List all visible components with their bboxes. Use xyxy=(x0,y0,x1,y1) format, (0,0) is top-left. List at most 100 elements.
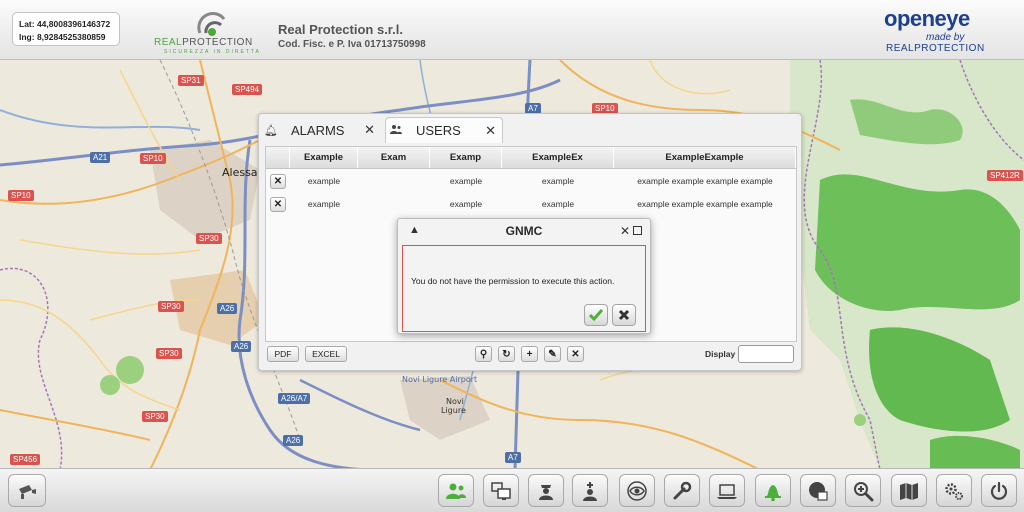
tab-users[interactable]: USERS ✕ xyxy=(385,117,503,143)
map-city-ligure: Ligure xyxy=(441,406,466,415)
laptop-icon xyxy=(717,483,737,499)
dialog-titlebar[interactable]: ▲ GNMC ✕ xyxy=(398,219,650,243)
tab-alarms-close-icon[interactable]: ✕ xyxy=(364,122,381,138)
dialog-maximize-icon[interactable] xyxy=(633,226,642,235)
users-button[interactable] xyxy=(438,474,474,507)
dialog-close-icon[interactable]: ✕ xyxy=(620,224,630,238)
zoom-in-icon xyxy=(854,481,874,501)
wrench-icon xyxy=(673,481,692,499)
tab-alarms-label: ALARMS xyxy=(291,122,345,138)
column-header-exampleexample[interactable]: ExampleExample xyxy=(614,147,796,168)
excel-export-button[interactable]: EXCEL xyxy=(305,346,347,362)
latitude-readout: Lat: 44,8008396146372 xyxy=(19,19,111,29)
road-label-a26-b: A26 xyxy=(231,341,252,352)
table-cell: example xyxy=(307,199,341,209)
power-button[interactable] xyxy=(981,474,1017,507)
guard-icon xyxy=(539,484,553,500)
coordinates-box: Lat: 44,8008396146372 lng: 8,92845253808… xyxy=(12,12,120,46)
road-label-a26-a: A26 xyxy=(217,303,238,314)
medic-button[interactable] xyxy=(572,474,608,507)
logo-brand-protection: PROTECTION xyxy=(182,37,253,48)
warning-icon: ▲ xyxy=(409,224,420,236)
dialog-message: You do not have the permission to execut… xyxy=(411,276,615,286)
company-info: Real Protection s.r.l. Cod. Fisc. e P. I… xyxy=(278,22,426,52)
road-label-sp31: SP31 xyxy=(178,75,204,86)
bell-icon xyxy=(765,484,781,501)
openeye-brand: REALPROTECTION xyxy=(886,43,985,54)
app-header: Lat: 44,8008396146372 lng: 8,92845253808… xyxy=(0,0,1024,60)
openeye-made-by: made by xyxy=(926,32,965,43)
panel-tabs: 🔔︎ ALARMS ✕ USERS ✕ xyxy=(259,114,801,144)
globe-icon xyxy=(809,481,828,501)
monitors-icon xyxy=(491,481,511,500)
settings-tool-button[interactable] xyxy=(664,474,700,507)
table-cell: example example example example xyxy=(637,176,773,186)
logo-tagline: SICUREZZA IN DIRETTA xyxy=(164,49,261,55)
camera-button[interactable] xyxy=(8,474,46,507)
table-cell: example xyxy=(449,176,483,186)
road-label-sp30-b: SP30 xyxy=(158,301,184,312)
guard-button[interactable] xyxy=(528,474,564,507)
real-protection-logo: REALPROTECTION SICUREZZA IN DIRETTA xyxy=(152,7,270,55)
row-delete-button[interactable]: ✕ xyxy=(270,196,286,212)
delete-button[interactable]: ✕ xyxy=(567,346,584,362)
cross-icon xyxy=(618,309,630,321)
table-header: Example Exam Examp ExampleEx ExampleExam… xyxy=(266,147,796,169)
users-icon xyxy=(386,124,406,137)
display-input[interactable] xyxy=(738,345,794,363)
eye-button[interactable] xyxy=(619,474,655,507)
dialog-body: You do not have the permission to execut… xyxy=(402,245,646,332)
road-label-a7-south: A7 xyxy=(505,452,521,463)
alarms-button[interactable] xyxy=(755,474,791,507)
row-actions-cell: ✕ xyxy=(266,173,290,189)
refresh-button[interactable]: ↻ xyxy=(498,346,515,362)
column-header-exam[interactable]: Exam xyxy=(358,147,430,168)
tab-alarms[interactable]: 🔔︎ ALARMS ✕ xyxy=(261,117,381,143)
logo-brand: REALPROTECTION xyxy=(154,37,253,48)
eye-icon xyxy=(627,480,647,501)
gears-icon xyxy=(945,482,963,500)
power-icon xyxy=(990,481,1008,500)
road-label-a26-c: A26 xyxy=(283,435,304,446)
road-label-sp10-west: SP10 xyxy=(140,153,166,164)
signal-logo-icon xyxy=(197,12,226,36)
column-header-example[interactable]: Example xyxy=(290,147,358,168)
laptop-button[interactable] xyxy=(709,474,745,507)
road-label-a21: A21 xyxy=(90,152,111,163)
column-header-exampleex[interactable]: ExampleEx xyxy=(502,147,614,168)
road-label-sp30-a: SP30 xyxy=(196,233,222,244)
tab-users-label: USERS xyxy=(416,123,461,138)
medic-icon xyxy=(583,481,597,501)
map-city-novi: Novi xyxy=(446,397,464,406)
zoom-in-button[interactable] xyxy=(845,474,881,507)
dialog-title: GNMC xyxy=(505,224,543,238)
longitude-readout: lng: 8,9284525380859 xyxy=(19,32,106,42)
column-header-actions xyxy=(266,147,290,168)
add-button[interactable]: + xyxy=(521,346,538,362)
cancel-button[interactable] xyxy=(612,304,636,326)
table-row[interactable]: ✕ example example example example exampl… xyxy=(266,170,796,192)
road-label-sp412r: SP412R xyxy=(987,170,1023,181)
road-label-sp456: SP456 xyxy=(10,454,41,465)
map-button[interactable] xyxy=(891,474,927,507)
road-label-sp10-far-west: SP10 xyxy=(8,190,34,201)
table-cell: example example example example xyxy=(637,199,773,209)
globe-button[interactable] xyxy=(800,474,836,507)
camera-icon xyxy=(19,484,36,499)
column-header-examp[interactable]: Examp xyxy=(430,147,502,168)
map-airport-label: Novi Ligure Airport xyxy=(402,375,478,384)
table-row[interactable]: ✕ example example example example exampl… xyxy=(266,193,796,215)
table-cell: example xyxy=(541,199,575,209)
tab-users-close-icon[interactable]: ✕ xyxy=(485,123,502,139)
confirm-button[interactable] xyxy=(584,304,608,326)
table-cell: example xyxy=(449,199,483,209)
row-delete-button[interactable]: ✕ xyxy=(270,173,286,189)
pdf-export-button[interactable]: PDF xyxy=(267,346,299,362)
checkmark-icon xyxy=(589,309,603,321)
road-label-sp30-c: SP30 xyxy=(156,348,182,359)
search-button[interactable]: ⚲ xyxy=(475,346,492,362)
edit-button[interactable]: ✎ xyxy=(544,346,561,362)
gears-button[interactable] xyxy=(936,474,972,507)
monitors-button[interactable] xyxy=(483,474,519,507)
display-label: Display xyxy=(705,349,736,359)
